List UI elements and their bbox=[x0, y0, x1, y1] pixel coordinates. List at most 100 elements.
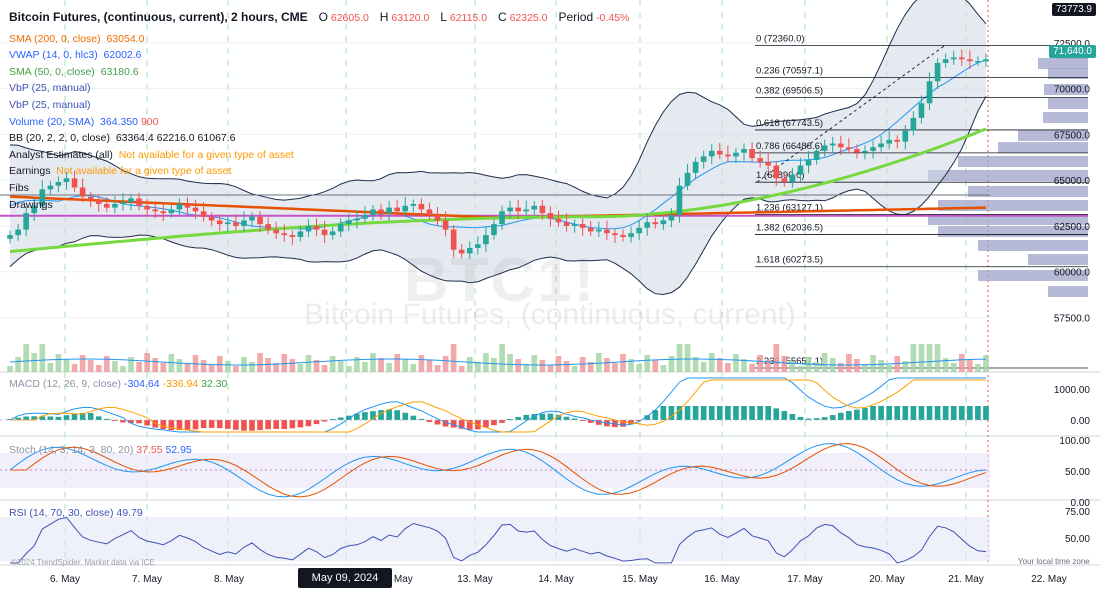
macd-hist-bar bbox=[846, 410, 852, 420]
volume-bar bbox=[684, 344, 691, 372]
volume-bar bbox=[418, 355, 425, 372]
candle-body bbox=[579, 224, 586, 228]
legend-fibs[interactable]: Fibs bbox=[9, 180, 629, 197]
candle-body bbox=[829, 143, 836, 146]
legend-sma200[interactable]: SMA (200, 0, close) 63054.0 bbox=[9, 31, 629, 48]
candle-body bbox=[676, 185, 683, 215]
volume-bar bbox=[426, 360, 433, 372]
candle-body bbox=[837, 143, 844, 148]
legend-vwap[interactable]: VWAP (14, 0, hlc3) 62002.6 bbox=[9, 47, 629, 64]
legend-volume[interactable]: Volume (20, SMA) 364.350 900 bbox=[9, 114, 629, 131]
volume-bar bbox=[378, 358, 384, 372]
drawings-label: Drawings bbox=[9, 198, 53, 211]
macd-hist-bar bbox=[313, 420, 320, 425]
macd-hist-bar bbox=[184, 420, 191, 431]
legend-bb[interactable]: BB (20, 2, 2, 0, close) 63364.4 62216.0 … bbox=[9, 130, 629, 147]
volume-bar bbox=[813, 362, 820, 372]
name-watermark: Bitcoin Futures, (continuous, current) bbox=[304, 298, 796, 331]
time-tick-label: 20. May bbox=[869, 574, 905, 585]
candle-body bbox=[910, 117, 917, 131]
candle-body bbox=[587, 227, 594, 232]
volume-bar bbox=[144, 353, 150, 372]
volume-value-2: 900 bbox=[140, 115, 159, 128]
timezone-button[interactable]: Your local time zone bbox=[1018, 557, 1090, 566]
legend-vbp-2[interactable]: VbP (25, manual) bbox=[9, 97, 629, 114]
volume-bar bbox=[23, 344, 29, 372]
candle-body bbox=[797, 165, 804, 175]
time-tick-label: 7. May bbox=[132, 574, 162, 585]
volume-bar bbox=[789, 361, 796, 372]
open-value: 62605.0 bbox=[330, 12, 369, 24]
macd-hist-bar bbox=[967, 406, 973, 420]
macd-hist-bar bbox=[870, 406, 876, 420]
rsi-legend[interactable]: RSI (14, 70, 30, close) 49.79 bbox=[9, 507, 143, 519]
volume-bar bbox=[200, 360, 207, 372]
volume-bar bbox=[442, 356, 449, 372]
candle-body bbox=[926, 81, 933, 104]
macd-value-1: -304.64 bbox=[123, 378, 160, 390]
macd-hist-bar bbox=[886, 406, 893, 420]
legend-earnings[interactable]: Earnings Not available for a given type … bbox=[9, 163, 629, 180]
volume-bar bbox=[265, 358, 271, 372]
volume-bar bbox=[152, 358, 159, 372]
volume-bar bbox=[636, 364, 642, 372]
volume-bar bbox=[708, 353, 715, 372]
candle-body bbox=[918, 103, 925, 118]
candle-body bbox=[660, 220, 667, 225]
candle-body bbox=[265, 224, 271, 230]
candle-body bbox=[491, 224, 497, 236]
macd-hist-bar bbox=[547, 413, 554, 420]
volume-bar bbox=[55, 354, 62, 372]
rsi-value: 49.79 bbox=[116, 507, 143, 519]
volume-bar bbox=[595, 353, 602, 372]
macd-hist-bar bbox=[63, 415, 70, 420]
candle-body bbox=[733, 152, 739, 157]
macd-hist-bar bbox=[273, 420, 280, 429]
time-tick-label: 21. May bbox=[948, 574, 984, 585]
candle-body bbox=[23, 213, 29, 230]
legend-sma50[interactable]: SMA (50, 0, close) 63180.6 bbox=[9, 64, 629, 81]
macd-hist-bar bbox=[160, 420, 167, 430]
macd-hist-bar bbox=[716, 406, 723, 420]
volume-bar bbox=[362, 362, 368, 372]
rsi-label: RSI (14, 70, 30, close) bbox=[9, 507, 114, 519]
candle-body bbox=[958, 57, 965, 60]
volume-bar bbox=[337, 361, 344, 372]
candle-body bbox=[354, 218, 360, 221]
candle-body bbox=[241, 220, 247, 226]
candle-body bbox=[313, 225, 320, 230]
volume-bar bbox=[63, 359, 70, 372]
macd-hist-bar bbox=[305, 420, 312, 427]
macd-legend[interactable]: MACD (12, 26, 9, close) -304.64 -336.94 … bbox=[9, 378, 227, 390]
volume-bar bbox=[95, 365, 102, 372]
macd-hist-bar bbox=[216, 420, 223, 429]
candle-body bbox=[975, 61, 981, 63]
legend-analyst[interactable]: Analyst Estimates (all) Not available fo… bbox=[9, 147, 629, 164]
macd-label: MACD (12, 26, 9, close) bbox=[9, 378, 122, 390]
volume-bar bbox=[983, 355, 989, 372]
low-value: 62115.0 bbox=[449, 12, 488, 24]
volume-bar bbox=[507, 354, 513, 372]
macd-hist-bar bbox=[87, 412, 94, 420]
sma50-value: 63180.6 bbox=[100, 65, 139, 78]
legend-vbp-1[interactable]: VbP (25, manual) bbox=[9, 80, 629, 97]
candle-body bbox=[967, 59, 973, 62]
sma200-value: 63054.0 bbox=[106, 32, 145, 45]
candle-body bbox=[620, 235, 626, 237]
macd-hist-bar bbox=[224, 420, 231, 429]
volume-bar bbox=[15, 357, 21, 372]
volume-bar bbox=[31, 353, 38, 372]
candle-body bbox=[571, 224, 578, 226]
volume-bar bbox=[370, 353, 376, 372]
price-tick-label: 67500.0 bbox=[1054, 130, 1091, 141]
stoch-value-1: 37.55 bbox=[136, 444, 163, 456]
stoch-legend[interactable]: Stoch (14, 3, 14, 3, 80, 20) 37.55 52.95 bbox=[9, 444, 192, 456]
candle-body bbox=[934, 62, 941, 82]
volume-bar bbox=[305, 355, 312, 372]
candle-body bbox=[15, 229, 21, 236]
volume-bar bbox=[297, 364, 304, 372]
volume-bar bbox=[321, 365, 328, 372]
macd-hist-bar bbox=[942, 406, 949, 420]
candle-body bbox=[862, 150, 868, 153]
legend-drawings[interactable]: Drawings bbox=[9, 197, 629, 214]
